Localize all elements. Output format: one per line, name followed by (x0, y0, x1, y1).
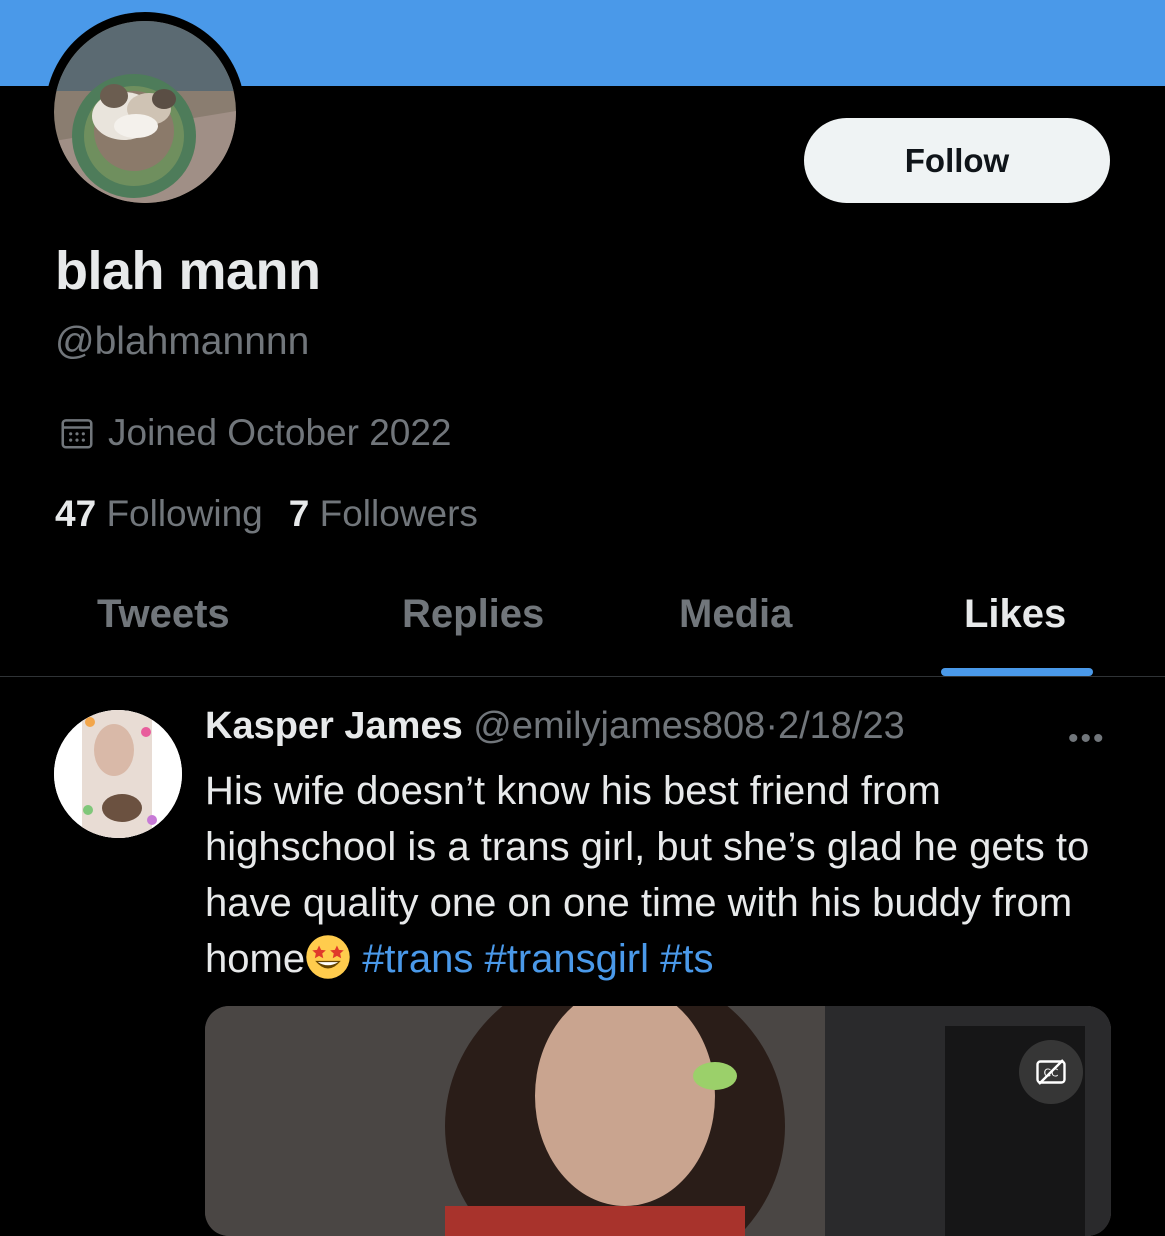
author-avatar-image (54, 710, 182, 838)
tweet-author-handle[interactable]: @emilyjames808 (473, 705, 765, 747)
profile-display-name: blah mann (55, 241, 321, 301)
tweet-text: His wife doesn’t know his best friend fr… (205, 763, 1125, 987)
active-tab-indicator (941, 668, 1093, 676)
tweet-header: Kasper James @emilyjames808·2/18/23 (205, 705, 905, 748)
following-count: 47 (55, 493, 97, 534)
video-thumbnail (205, 1006, 1111, 1236)
tweet-author-avatar[interactable] (54, 710, 182, 838)
followers-count: 7 (288, 493, 310, 534)
joined-text: Joined October 2022 (108, 412, 452, 453)
captions-off-button[interactable]: CC (1019, 1040, 1083, 1104)
tweet-author-name[interactable]: Kasper James (205, 705, 463, 747)
tab-tweets[interactable]: Tweets (97, 592, 230, 637)
followers-link[interactable]: 7 Followers (289, 493, 478, 534)
profile-handle: @blahmannnn (55, 320, 310, 363)
tab-replies[interactable]: Replies (402, 592, 544, 637)
avatar-cat-photo (54, 21, 236, 203)
tab-likes[interactable]: Likes (964, 592, 1066, 637)
hashtag-link[interactable]: #transgirl (484, 937, 649, 981)
star-struck-emoji (306, 935, 350, 979)
tweet-separator: · (765, 705, 778, 747)
tweet-video[interactable] (205, 1006, 1111, 1236)
tweet-date[interactable]: 2/18/23 (778, 705, 905, 747)
joined-date: Joined October 2022 (58, 412, 452, 454)
captions-off-icon: CC (1036, 1059, 1066, 1085)
following-label: Following (106, 493, 263, 534)
hashtag-link[interactable]: #ts (660, 937, 713, 981)
following-link[interactable]: 47 Following (55, 493, 263, 534)
more-icon[interactable]: ••• (1068, 722, 1106, 756)
calendar-icon (61, 419, 93, 449)
profile-tabs: Tweets Replies Media Likes (0, 572, 1165, 677)
profile-stats: 47 Following 7 Followers (55, 493, 478, 535)
tab-media[interactable]: Media (679, 592, 792, 637)
profile-avatar[interactable] (45, 12, 245, 212)
follow-button[interactable]: Follow (804, 118, 1110, 203)
hashtag-link[interactable]: #trans (362, 937, 473, 981)
followers-label: Followers (319, 493, 478, 534)
